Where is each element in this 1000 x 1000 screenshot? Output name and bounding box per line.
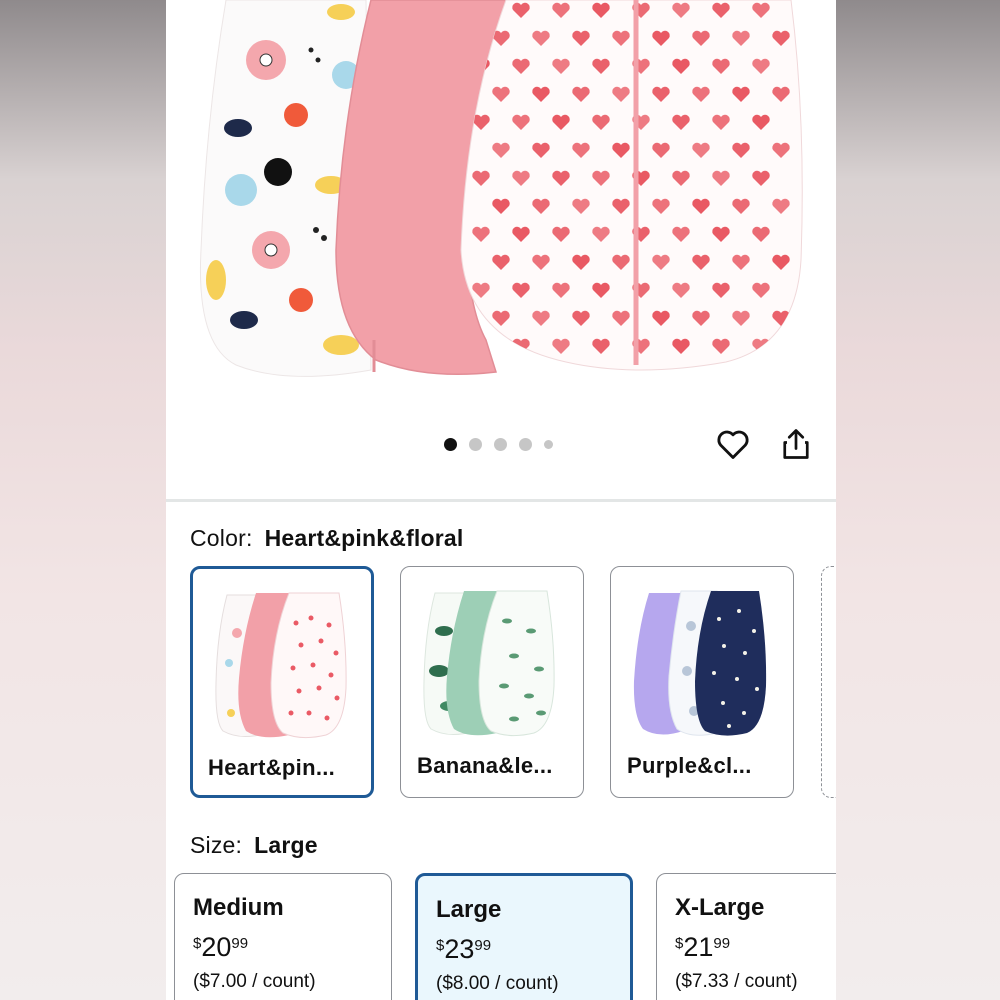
color-option-banana[interactable]: Banana&le... [400, 566, 584, 798]
unit-price: ($7.33 / count) [675, 971, 798, 992]
price-fraction: 99 [231, 935, 249, 952]
price-currency: $ [193, 935, 202, 952]
section-divider [166, 499, 836, 502]
price-fraction: 99 [474, 937, 492, 954]
unit-price: ($7.00 / count) [193, 971, 316, 992]
product-image[interactable] [166, 0, 836, 490]
price-currency: $ [675, 935, 684, 952]
heart-pattern-mark [752, 338, 770, 354]
color-label: Color: [190, 525, 253, 551]
color-label-row: Color: Heart&pink&floral [190, 525, 464, 552]
color-option-heart[interactable]: Heart&pin... [190, 566, 374, 798]
price-currency: $ [436, 937, 445, 954]
size-option-name: Medium [193, 894, 284, 921]
size-option-large[interactable]: Large $2399 ($8.00 / count) [415, 873, 633, 1000]
color-option-name: Heart&pin... [208, 755, 336, 780]
color-option-name: Banana&le... [417, 753, 553, 778]
size-selected-value: Large [254, 832, 318, 858]
price-whole: 20 [201, 932, 232, 962]
color-selected-value: Heart&pink&floral [264, 525, 464, 551]
size-option-name: Large [436, 896, 502, 923]
carousel-dot[interactable] [494, 438, 507, 451]
color-option-purple[interactable]: Purple&cl... [610, 566, 794, 798]
product-page: Color: Heart&pink&floral Heart&pin... Ba… [166, 0, 836, 1000]
background-blur-right [836, 0, 1000, 1000]
color-thumbnail [215, 592, 347, 739]
color-thumbnail [633, 590, 767, 736]
unit-price: ($8.00 / count) [436, 973, 559, 994]
color-thumbnail [423, 590, 555, 737]
color-option-name: Purple&cl... [627, 753, 752, 778]
carousel-dots[interactable] [444, 438, 553, 451]
sleep-sacks-image [199, 0, 803, 377]
carousel-dot[interactable] [469, 438, 482, 451]
carousel-dot[interactable] [544, 440, 553, 449]
color-option-more[interactable] [821, 566, 836, 798]
size-label: Size: [190, 832, 243, 858]
price-fraction: 99 [713, 935, 731, 952]
heart-outline-icon[interactable] [714, 425, 754, 465]
carousel-dot[interactable] [444, 438, 457, 451]
carousel-dot[interactable] [519, 438, 532, 451]
size-option-price: $2099 [193, 932, 248, 963]
size-option-name: X-Large [675, 894, 765, 921]
size-option-price: $2199 [675, 932, 730, 963]
size-label-row: Size: Large [190, 832, 318, 859]
size-option-price: $2399 [436, 934, 491, 965]
share-icon[interactable] [778, 425, 818, 465]
size-option-x-large[interactable]: X-Large $2199 ($7.33 / count) [656, 873, 836, 1000]
background-blur-left [0, 0, 166, 1000]
price-whole: 23 [444, 934, 475, 964]
size-option-medium[interactable]: Medium $2099 ($7.00 / count) [174, 873, 392, 1000]
price-whole: 21 [683, 932, 714, 962]
